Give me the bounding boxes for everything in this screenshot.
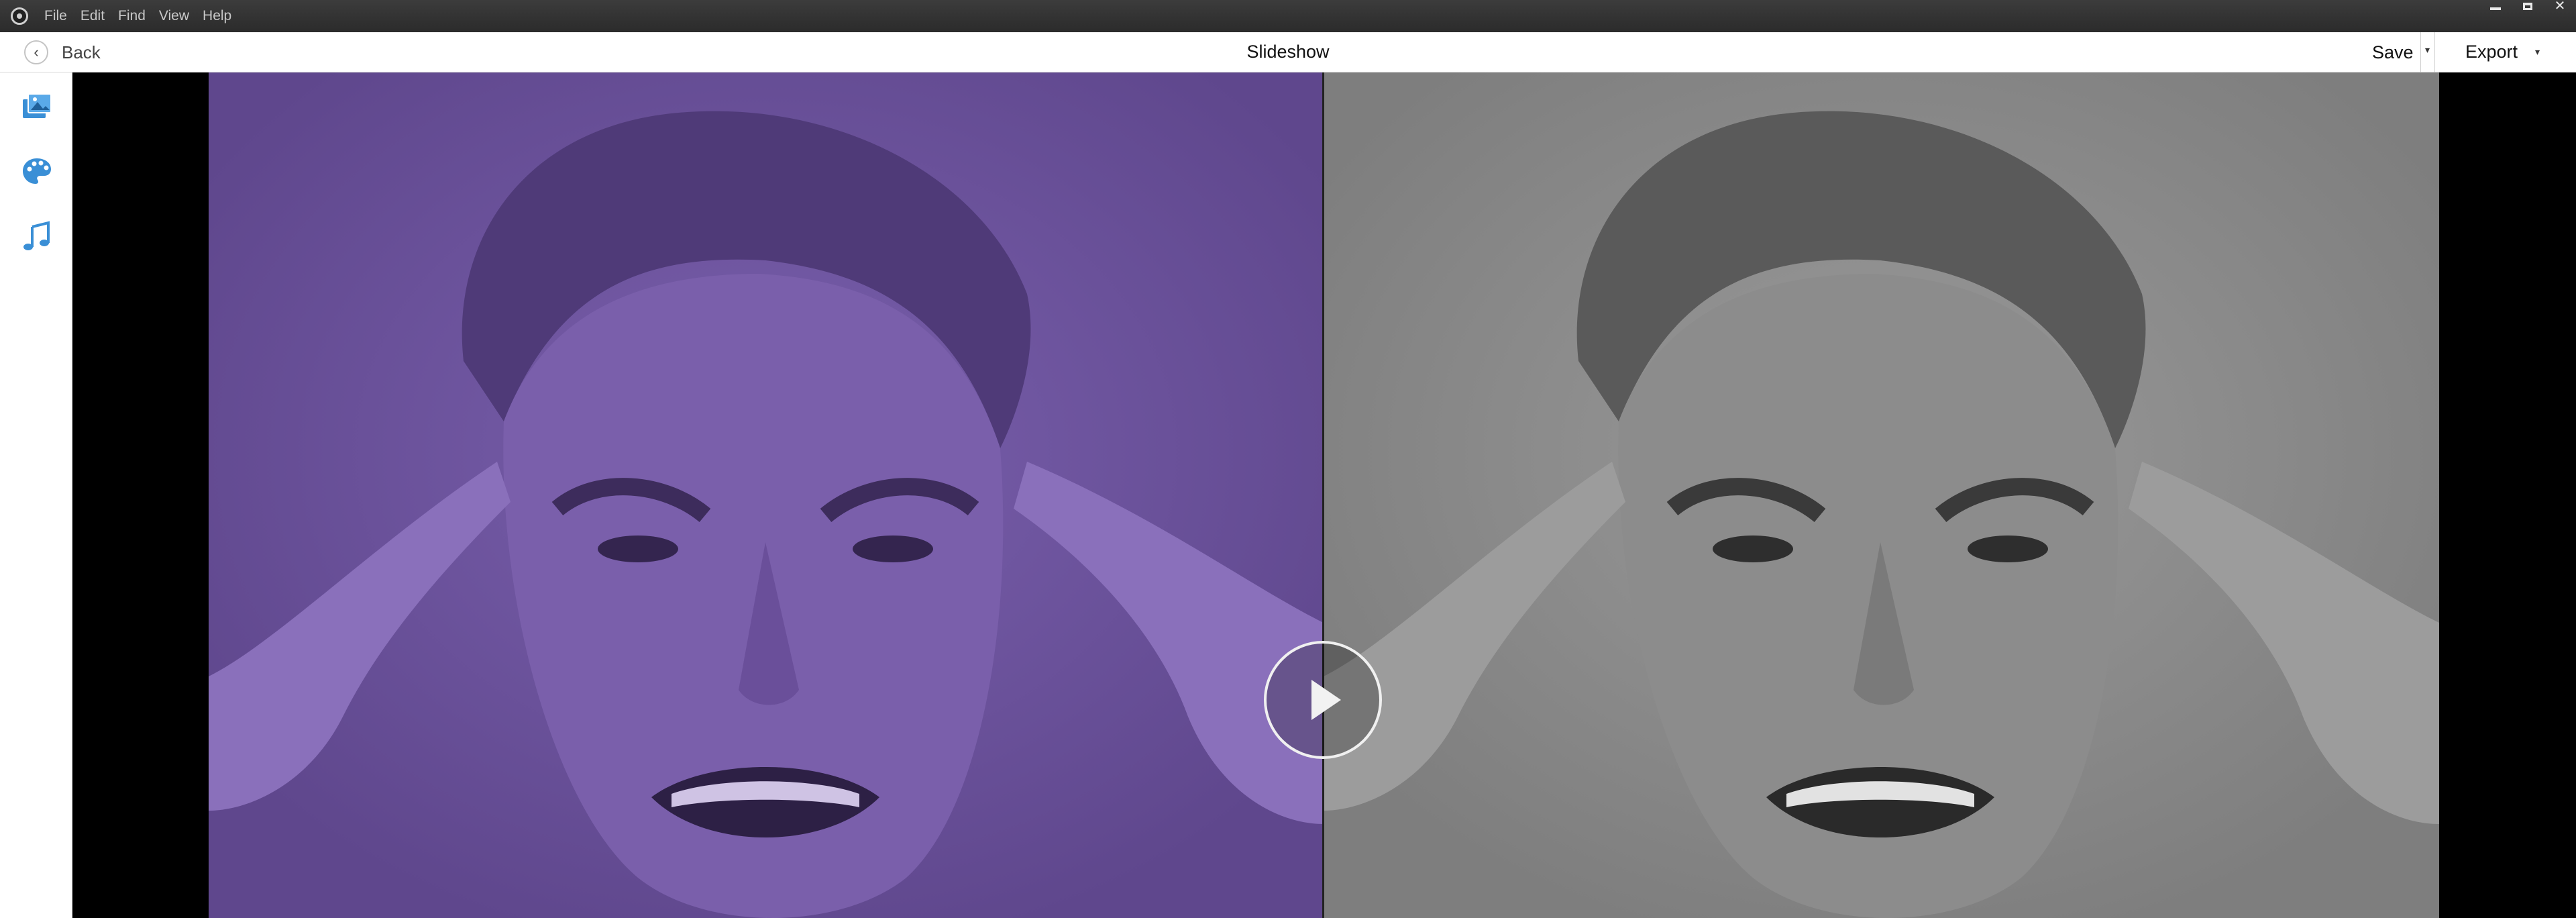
- app-logo-icon: [11, 7, 28, 25]
- chevron-down-icon: ▾: [2535, 46, 2540, 57]
- slide-preview-purple-filter: [209, 72, 1324, 918]
- maximize-button[interactable]: [2512, 0, 2544, 12]
- title-bar: File Edit Find View Help ✕: [0, 0, 2576, 32]
- save-button[interactable]: Save: [2363, 42, 2420, 63]
- close-button[interactable]: ✕: [2544, 0, 2576, 13]
- chevron-down-icon: ▾: [2425, 44, 2430, 55]
- page-title: Slideshow: [1246, 42, 1330, 62]
- save-group: Save ▾: [2363, 32, 2435, 72]
- play-icon: [1311, 680, 1341, 720]
- save-dropdown-button[interactable]: ▾: [2420, 32, 2435, 72]
- window-controls: ✕: [2479, 0, 2576, 13]
- side-rail: [0, 72, 72, 918]
- menu-edit[interactable]: Edit: [74, 8, 111, 24]
- minimize-button[interactable]: [2479, 0, 2512, 12]
- export-label: Export: [2465, 42, 2518, 62]
- toolbar: ‹ Back Slideshow Save ▾ Export ▾: [0, 32, 2576, 72]
- music-note-icon[interactable]: [20, 220, 54, 254]
- minimize-icon: [2490, 7, 2501, 10]
- close-icon: ✕: [2554, 0, 2566, 13]
- menu-help[interactable]: Help: [196, 8, 238, 24]
- portrait-image: [209, 72, 1324, 918]
- maximize-icon: [2523, 2, 2532, 10]
- portrait-image: [1324, 72, 2439, 918]
- menu-view[interactable]: View: [152, 8, 196, 24]
- slides-icon[interactable]: [20, 90, 54, 123]
- palette-icon[interactable]: [20, 154, 54, 188]
- play-button[interactable]: [1264, 641, 1382, 759]
- menu-find[interactable]: Find: [111, 8, 152, 24]
- slide-preview-grayscale: [1324, 72, 2439, 918]
- compare-divider[interactable]: [1322, 72, 1324, 918]
- preview-stage: [72, 72, 2576, 918]
- menu-file[interactable]: File: [38, 8, 74, 24]
- export-button[interactable]: Export ▾: [2465, 42, 2540, 62]
